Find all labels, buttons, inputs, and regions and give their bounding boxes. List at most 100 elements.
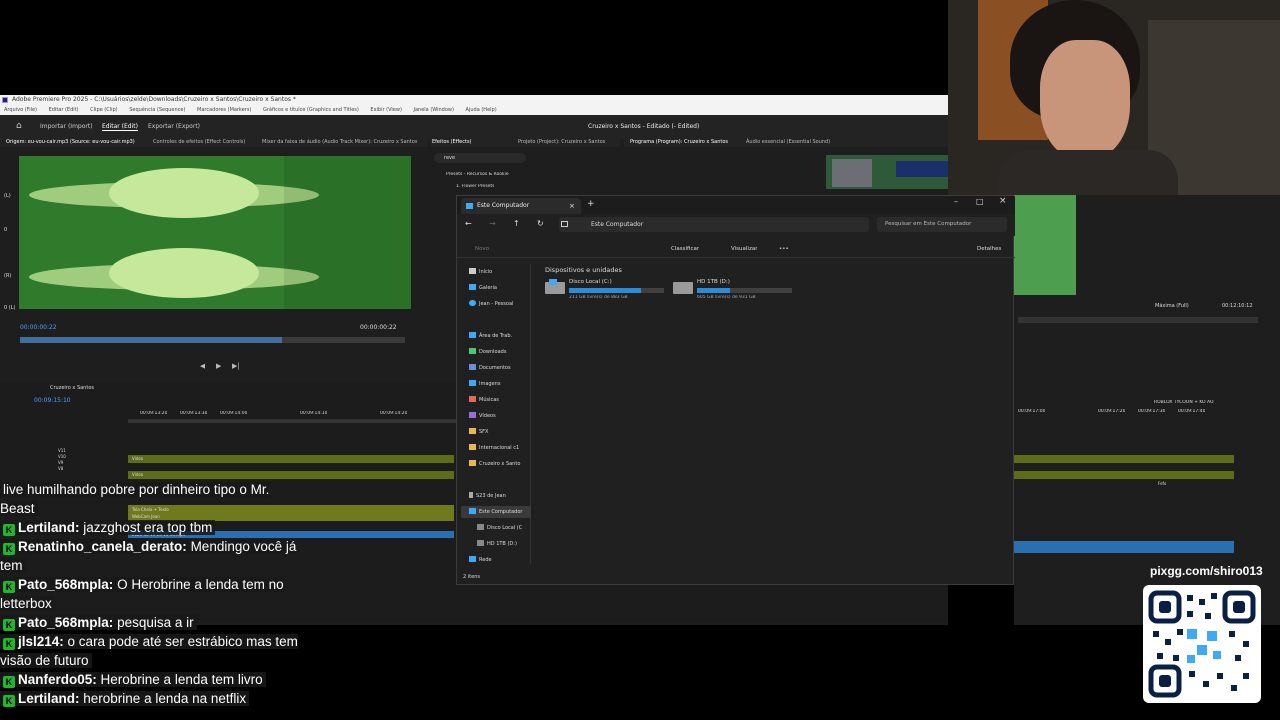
section-title[interactable]: Dispositivos e unidades [545, 266, 622, 274]
maximize-button[interactable]: □ [976, 197, 984, 206]
tab-project[interactable]: Projeto (Project): Cruzeiro x Santos [518, 137, 605, 147]
sidebar-item-onedrive[interactable]: Jean - Pessoal [469, 298, 513, 310]
download-icon [469, 348, 476, 354]
chat-username: jlsl214: [18, 634, 64, 649]
channel-label-0: 0 [4, 227, 8, 233]
step-back-button[interactable]: ◀ [200, 362, 205, 370]
donation-qr-code[interactable] [1143, 585, 1261, 703]
sidebar-item-galeria[interactable]: Galeria [469, 282, 497, 294]
address-input[interactable]: Este Computador [559, 217, 869, 232]
more-button[interactable]: ••• [779, 240, 789, 258]
menu-item[interactable]: Gráficos e títulos (Graphics and Titles) [263, 107, 359, 113]
premiere-titlebar: Adobe Premiere Pro 2025 - C:\Usuários\ze… [0, 95, 948, 105]
ruler-tick: 00:09:14:00 [220, 411, 248, 416]
explorer-command-bar: Novo Classificar Visualizar ••• Detalhes [457, 240, 1015, 258]
tab-effect-controls[interactable]: Controles de efeitos (Effect Controls) [153, 137, 245, 147]
file-explorer-window: Este Computador × + – □ × ← → ↑ ↻ Este C… [456, 195, 1015, 585]
clip-blue-right[interactable] [1014, 541, 1234, 553]
channel-label-l: (L) [4, 193, 11, 199]
menu-item[interactable]: Clipe (Clip) [90, 107, 117, 113]
kick-badge-icon: K [3, 695, 15, 707]
sidebar-item-network[interactable]: Rede [469, 554, 492, 566]
sidebar-item-inicio[interactable]: Início [469, 266, 492, 278]
sidebar-item-drive-c[interactable]: Disco Local (C [477, 522, 522, 534]
close-window-button[interactable]: × [999, 196, 1007, 206]
workspace-bar: ⌂ Importar (Import) Editar (Edit) Export… [0, 115, 948, 139]
play-button[interactable]: ▶ [216, 362, 221, 370]
menu-item[interactable]: Exibir (View) [370, 107, 401, 113]
kick-badge-icon: K [3, 638, 15, 650]
folder-icon [469, 428, 476, 434]
sidebar-item-drive-d[interactable]: HD 1TB (D:) [477, 538, 517, 550]
source-timecode-left[interactable]: 00:00:00:22 [20, 324, 57, 331]
menu-item[interactable]: Marcadores (Markers) [197, 107, 251, 113]
waveform-top-peak [109, 168, 259, 218]
sidebar-item-videos[interactable]: Vídeos [469, 410, 496, 422]
details-button[interactable]: Detalhes [977, 240, 1001, 258]
sidebar-item-sfx[interactable]: SFX [469, 426, 488, 438]
sidebar-item-images[interactable]: Imagens [469, 378, 500, 390]
forward-icon[interactable]: → [489, 219, 496, 228]
tab-essential-sound[interactable]: Áudio essencial (Essential Sound) [746, 137, 830, 147]
new-button[interactable]: Novo [475, 240, 489, 258]
menu-item[interactable]: Ajuda (Help) [466, 107, 497, 113]
chat-message: Kjlsl214: o cara pode até ser estrábico … [0, 632, 310, 670]
home-icon[interactable]: ⌂ [16, 121, 22, 131]
refresh-icon[interactable]: ↻ [537, 219, 544, 228]
menu-item[interactable]: Arquivo (File) [4, 107, 37, 113]
step-forward-button[interactable]: ▶| [232, 362, 240, 370]
ruler-tick: 00:09:17:20 [1098, 409, 1126, 414]
tab-audio-mixer[interactable]: Mixer da faixa de áudio (Audio Track Mix… [262, 137, 417, 147]
sidebar-item-this-pc[interactable]: Este Computador [461, 506, 531, 518]
tab-edit[interactable]: Editar (Edit) [102, 123, 138, 131]
sidebar-item-cruzeiro[interactable]: Cruzeiro x Santo [469, 458, 520, 470]
menu-item[interactable]: Editar (Edit) [49, 107, 79, 113]
sidebar-item-music[interactable]: Músicas [469, 394, 499, 406]
channel-label-0l: 0 (L) [4, 305, 16, 311]
tab-effects[interactable]: Efeitos (Effects) [432, 137, 472, 147]
audio-waveform[interactable] [19, 156, 411, 309]
drive-tile-d[interactable]: HD 1TB (D:) 605 GB livre(s) de 931 GB [671, 278, 795, 302]
tab-export[interactable]: Exportar (Export) [148, 123, 200, 130]
chat-text: jazzghost era top tbm [83, 520, 213, 535]
premiere-title: Adobe Premiere Pro 2025 - C:\Usuários\ze… [12, 96, 296, 103]
premiere-app-icon [2, 97, 8, 103]
close-tab-icon[interactable]: × [569, 198, 575, 214]
explorer-tab[interactable]: Este Computador × [461, 198, 581, 214]
back-icon[interactable]: ← [465, 219, 472, 228]
video-track[interactable] [128, 471, 454, 479]
program-video-frame [826, 155, 948, 189]
program-scrubber[interactable] [1018, 317, 1258, 323]
effects-search-input[interactable]: reve [434, 153, 526, 163]
menu-item[interactable]: Sequência (Sequence) [129, 107, 185, 113]
sequence-tab[interactable]: Cruzeiro x Santos [50, 385, 94, 391]
video-track-right[interactable] [1014, 471, 1234, 479]
explorer-search[interactable]: Pesquisar em Este Computador [877, 217, 1007, 232]
effects-tree-item[interactable]: 1. Flower Presets [456, 184, 494, 189]
sort-button[interactable]: Classificar [671, 240, 699, 258]
new-tab-button[interactable]: + [587, 199, 595, 209]
tab-import[interactable]: Importar (Import) [40, 123, 93, 130]
timeline-ruler-bar[interactable] [128, 419, 458, 423]
sidebar-item-phone[interactable]: S23 de Jean [469, 490, 506, 502]
program-zoom[interactable]: Máxima (Full) [1155, 303, 1189, 309]
up-icon[interactable]: ↑ [513, 219, 520, 228]
tab-source[interactable]: Origem: eu-vou-cair.mp3 (Source: eu-vou-… [6, 137, 135, 147]
minimize-button[interactable]: – [954, 197, 958, 206]
program-right-panel: Máxima (Full) 00:12:10:12 00:09:17:00 00… [1014, 195, 1280, 625]
sidebar-item-documents[interactable]: Documentos [469, 362, 511, 374]
view-button[interactable]: Visualizar [731, 240, 757, 258]
menu-item[interactable]: Janela (Window) [414, 107, 454, 113]
sidebar-item-downloads[interactable]: Downloads [469, 346, 506, 358]
tab-program[interactable]: Programa (Program): Cruzeiro x Santos [630, 137, 728, 147]
video-track[interactable] [128, 455, 454, 463]
effects-tree-item[interactable]: Presets - Recursos & Rookie [446, 172, 509, 177]
drive-tile-c[interactable]: Disco Local (C:) 211 GB livre(s) de 883 … [543, 278, 667, 302]
source-scrubber[interactable] [20, 337, 405, 343]
sidebar-item-internacional[interactable]: Internacional c1 [469, 442, 519, 454]
chat-username: Lertiland: [18, 520, 80, 535]
video-track-right[interactable] [1014, 455, 1234, 463]
sidebar-item-desktop[interactable]: Área de Trab. [469, 330, 512, 342]
chat-text: Herobrine a lenda tem livro [100, 672, 263, 687]
timeline-timecode[interactable]: 00:09:15:10 [34, 397, 71, 404]
